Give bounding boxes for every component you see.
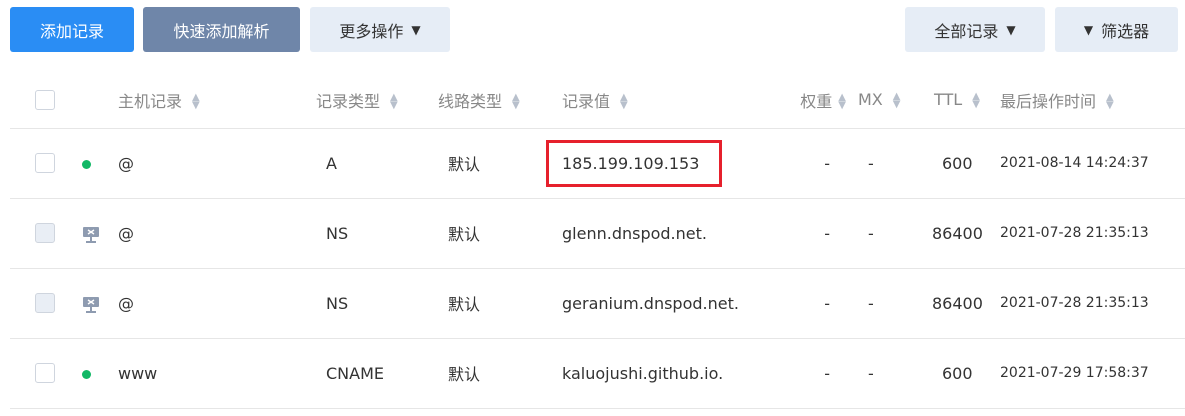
col-ttl[interactable]: TTL ▲ ▼: [922, 72, 1000, 129]
col-value[interactable]: 记录值 ▲ ▼: [562, 72, 792, 129]
sort-icon[interactable]: ▲ ▼: [192, 93, 200, 111]
table-row[interactable]: @ NS 默认 glenn.dnspod.net. - - 86400 2021…: [10, 198, 1185, 268]
status-enabled-icon: [82, 159, 91, 169]
row-updated: 2021-08-14 14:24:37: [1000, 155, 1149, 171]
quick-add-button[interactable]: 快速添加解析: [143, 7, 300, 52]
system-record-icon: [83, 227, 99, 243]
row-line: 默认: [448, 155, 481, 174]
row-ttl: 86400: [932, 293, 983, 313]
col-line[interactable]: 线路类型 ▲ ▼: [438, 72, 562, 129]
row-updated: 2021-07-29 17:58:37: [1000, 365, 1149, 381]
row-checkbox: [35, 293, 55, 314]
row-line: 默认: [448, 295, 481, 314]
row-updated: 2021-07-28 21:35:13: [1000, 225, 1149, 241]
sort-icon[interactable]: ▲ ▼: [893, 91, 901, 109]
col-updated[interactable]: 最后操作时间 ▲ ▼: [1000, 72, 1185, 129]
highlighted-record-value: 185.199.109.153: [546, 139, 723, 187]
filter-label: 筛选器: [1101, 21, 1150, 41]
system-record-icon: [83, 297, 99, 313]
quick-add-label: 快速添加解析: [173, 21, 270, 41]
sort-icon[interactable]: ▲ ▼: [390, 93, 398, 111]
row-weight: -: [824, 363, 830, 383]
row-host: @: [118, 293, 134, 313]
col-mx[interactable]: MX ▲ ▼: [854, 72, 922, 129]
col-value-label: 记录值: [562, 91, 611, 111]
row-ttl: 600: [942, 153, 973, 173]
row-checkbox[interactable]: [35, 153, 55, 174]
sort-icon[interactable]: ▲ ▼: [620, 93, 628, 111]
col-ttl-label: TTL: [934, 90, 963, 110]
row-type: NS: [326, 223, 349, 243]
row-value: glenn.dnspod.net.: [562, 223, 707, 243]
row-host: www: [118, 363, 158, 383]
col-weight[interactable]: 权重 ▲ ▼: [792, 72, 854, 129]
row-checkbox[interactable]: [35, 363, 55, 384]
caret-down-icon: ▼: [411, 22, 421, 37]
records-table: 主机记录 ▲ ▼ 记录类型 ▲ ▼ 线路类型 ▲ ▼ 记录值 ▲ ▼ 权重 ▲ ▼ MX ▲ ▼ TTL…: [10, 72, 1185, 409]
col-type-label: 记录类型: [316, 91, 381, 111]
col-line-label: 线路类型: [438, 91, 503, 111]
table-row[interactable]: @ A 默认 185.199.109.153 - - 600 2021-08-1…: [10, 128, 1185, 198]
row-mx: -: [868, 363, 874, 383]
row-type: NS: [326, 293, 349, 313]
caret-down-icon: ▼: [1006, 22, 1016, 37]
row-value: geranium.dnspod.net.: [562, 293, 739, 313]
row-host: @: [118, 223, 134, 243]
row-type: A: [326, 153, 337, 173]
toolbar: 添加记录 快速添加解析 更多操作 ▼ 全部记录 ▼ ▼ 筛选器: [0, 0, 1185, 60]
all-records-label: 全部记录: [934, 21, 999, 41]
sort-icon[interactable]: ▲ ▼: [1106, 93, 1114, 111]
add-record-label: 添加记录: [39, 21, 104, 41]
row-checkbox: [35, 223, 55, 244]
table-header: 主机记录 ▲ ▼ 记录类型 ▲ ▼ 线路类型 ▲ ▼ 记录值 ▲ ▼ 权重 ▲ ▼ MX ▲ ▼ TTL…: [10, 72, 1185, 129]
col-updated-label: 最后操作时间: [1000, 91, 1097, 111]
sort-icon[interactable]: ▲ ▼: [512, 93, 520, 111]
row-line: 默认: [448, 225, 481, 244]
row-weight: -: [824, 153, 830, 173]
row-mx: -: [868, 293, 874, 313]
more-ops-label: 更多操作: [339, 21, 404, 41]
row-weight: -: [824, 223, 830, 243]
table-row[interactable]: @ NS 默认 geranium.dnspod.net. - - 86400 2…: [10, 268, 1185, 338]
table-row[interactable]: www CNAME 默认 kaluojushi.github.io. - - 6…: [10, 338, 1185, 408]
row-updated: 2021-07-28 21:35:13: [1000, 295, 1149, 311]
col-mx-label: MX: [858, 90, 883, 110]
row-mx: -: [868, 153, 874, 173]
sort-icon[interactable]: ▲ ▼: [838, 93, 846, 111]
select-all-checkbox[interactable]: [35, 90, 55, 110]
col-type[interactable]: 记录类型 ▲ ▼: [316, 72, 438, 129]
all-records-dropdown[interactable]: 全部记录 ▼: [905, 7, 1045, 52]
more-ops-dropdown[interactable]: 更多操作 ▼: [310, 7, 450, 52]
row-host: @: [118, 153, 134, 173]
filter-icon: ▼: [1083, 22, 1094, 37]
sort-icon[interactable]: ▲ ▼: [972, 91, 980, 109]
add-record-button[interactable]: 添加记录: [10, 7, 134, 52]
row-line: 默认: [448, 365, 481, 384]
row-weight: -: [824, 293, 830, 313]
col-host[interactable]: 主机记录 ▲ ▼: [118, 72, 316, 129]
row-ttl: 86400: [932, 223, 983, 243]
col-host-label: 主机记录: [118, 91, 183, 111]
col-weight-label: 权重: [800, 91, 833, 111]
row-mx: -: [868, 223, 874, 243]
row-ttl: 600: [942, 363, 973, 383]
row-value: kaluojushi.github.io.: [562, 363, 724, 383]
filter-button[interactable]: ▼ 筛选器: [1055, 7, 1178, 52]
status-enabled-icon: [82, 369, 91, 379]
row-type: CNAME: [326, 363, 384, 383]
